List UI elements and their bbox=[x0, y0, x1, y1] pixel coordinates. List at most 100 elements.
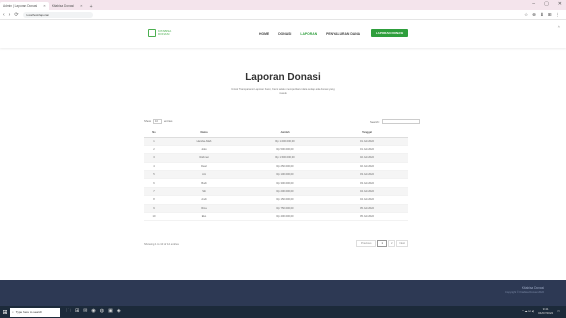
cell-no: 1 bbox=[144, 137, 164, 146]
footer-title: Kitabisa Donasi bbox=[521, 286, 544, 290]
cell-jumlah: Rp 250.000,00 bbox=[244, 162, 326, 172]
cell-tanggal: 05 Juli 2022 bbox=[326, 212, 408, 222]
cell-jumlah: Rp 400.000,00 bbox=[244, 212, 326, 222]
mail-icon[interactable]: ✉ bbox=[83, 308, 87, 316]
column-header-jumlah[interactable]: Jumlah bbox=[244, 128, 326, 138]
browser-tab-admin[interactable]: Admin | Laporan Donasi ✕ bbox=[0, 2, 49, 10]
maximize-icon[interactable]: ▢ bbox=[544, 1, 549, 7]
taskbar-search-input[interactable]: ⌕ Type here to search bbox=[10, 307, 60, 317]
laporan-donasi-button[interactable]: LAPORAN DONASI bbox=[371, 29, 408, 37]
cell-no: 3 bbox=[144, 153, 164, 163]
cell-nama: Andi bbox=[164, 195, 244, 205]
cell-jumlah: Rp 300.000,00 bbox=[244, 178, 326, 188]
cell-jumlah: Rp 750.000,00 bbox=[244, 204, 326, 214]
url-input[interactable]: localhost/laporan bbox=[22, 11, 93, 18]
address-bar: ‹ › ⟳ localhost/laporan ☆ ⊕ ⬇ ⊞ ⋮ bbox=[0, 10, 566, 20]
pagination: Previous 1 2 Next bbox=[356, 240, 408, 247]
scroll-up-icon[interactable]: ˄ bbox=[558, 24, 560, 29]
browser-icon[interactable]: ◍ bbox=[100, 308, 104, 316]
entries-length-control: Show 10 entries bbox=[144, 119, 172, 124]
os-taskbar: ⊞ ⌕ Type here to search 🗀 ⊞ ✉ ◉ ◍ ▣ ◈ ^ … bbox=[0, 306, 566, 318]
site-logo[interactable]: KITABISA DONASI bbox=[148, 29, 171, 37]
entries-select[interactable]: 10 bbox=[153, 119, 162, 124]
cell-nama: Eko bbox=[164, 212, 244, 222]
entries-label: entries bbox=[164, 119, 173, 124]
cell-no: 5 bbox=[144, 170, 164, 180]
minimize-icon[interactable]: – bbox=[532, 1, 535, 7]
logo-text: KITABISA DONASI bbox=[158, 29, 171, 36]
forward-icon[interactable]: › bbox=[9, 12, 11, 18]
system-tray: ^ ☁ ⊡ ◂) 9:41 04/07/2022 ▭ bbox=[522, 307, 560, 315]
cell-tanggal: 03 Juli 2022 bbox=[326, 178, 408, 188]
table-row: 7 Siti Rp 200.000,00 04 Juli 2022 bbox=[144, 187, 408, 197]
extension-icon[interactable]: ⊕ bbox=[532, 12, 536, 18]
cell-jumlah: Rp 200.000,00 bbox=[244, 187, 326, 197]
table-row: 1 Hamba Allah Rp 1.000.000,00 01 Juli 2022 bbox=[144, 137, 408, 146]
pagination-page-1[interactable]: 1 bbox=[377, 240, 387, 247]
logo-text-line-2: DONASI bbox=[158, 32, 170, 36]
browser-tab-kitabisa[interactable]: Kitabisa Donasi ✕ bbox=[49, 2, 86, 10]
pagination-page-2[interactable]: 2 bbox=[387, 240, 396, 247]
task-view-icon[interactable]: ⊞ bbox=[75, 308, 79, 316]
main-nav: HOME DONASI LAPORAN PENYALURAN DANA bbox=[259, 32, 360, 36]
cell-tanggal: 01 Juli 2022 bbox=[326, 137, 408, 146]
notification-icon[interactable]: ▭ bbox=[557, 309, 560, 313]
column-header-no[interactable]: No bbox=[144, 128, 164, 138]
cell-jumlah: Rp 500.000,00 bbox=[244, 145, 326, 155]
search-input[interactable] bbox=[381, 119, 420, 124]
close-tab-icon[interactable]: ✕ bbox=[80, 4, 83, 8]
column-header-tanggal[interactable]: Tanggal bbox=[326, 128, 408, 138]
close-window-icon[interactable]: ✕ bbox=[558, 1, 562, 7]
system-clock[interactable]: 9:41 04/07/2022 bbox=[538, 307, 553, 315]
cell-tanggal: 02 Juli 2022 bbox=[326, 162, 408, 172]
file-explorer-icon[interactable]: 🗀 bbox=[66, 308, 71, 316]
logo-mark-icon bbox=[148, 29, 156, 37]
app-icon[interactable]: ▣ bbox=[108, 308, 113, 316]
pagination-previous[interactable]: Previous bbox=[356, 240, 377, 247]
cell-nama: Budi bbox=[164, 178, 244, 188]
cell-nama: Ani bbox=[164, 170, 244, 180]
cell-nama: Hamba Allah bbox=[164, 137, 244, 146]
nav-laporan[interactable]: LAPORAN bbox=[300, 32, 317, 36]
show-label: Show bbox=[144, 119, 151, 124]
table-row: 4 Dewi Rp 250.000,00 02 Juli 2022 bbox=[144, 162, 408, 172]
pagination-next[interactable]: Next bbox=[396, 240, 408, 247]
table-row: 6 Budi Rp 300.000,00 03 Juli 2022 bbox=[144, 178, 408, 188]
cell-nama: Rahmat bbox=[164, 153, 244, 163]
site-header: KITABISA DONASI HOME DONASI LAPORAN PENY… bbox=[0, 20, 566, 48]
site-footer: Kitabisa Donasi Copyright © Kitabisa Don… bbox=[0, 280, 566, 306]
reload-icon[interactable]: ⟳ bbox=[14, 12, 18, 18]
sidebar-icon[interactable]: ⊞ bbox=[548, 12, 552, 18]
cell-tanggal: 02 Juli 2022 bbox=[326, 153, 408, 163]
table-row: 2 Joko Rp 500.000,00 01 Juli 2022 bbox=[144, 145, 408, 155]
cell-jumlah: Rp 100.000,00 bbox=[244, 170, 326, 180]
back-icon[interactable]: ‹ bbox=[3, 12, 5, 18]
menu-icon[interactable]: ⋮ bbox=[556, 12, 561, 18]
cell-jumlah: Rp 1.500.000,00 bbox=[244, 153, 326, 163]
browser-tab-strip: Admin | Laporan Donasi ✕ Kitabisa Donasi… bbox=[0, 0, 566, 10]
nav-penyaluran-dana[interactable]: PENYALURAN DANA bbox=[326, 32, 360, 36]
chrome-icon[interactable]: ◉ bbox=[91, 308, 95, 316]
tab-label: Admin | Laporan Donasi bbox=[3, 4, 38, 8]
nav-donasi[interactable]: DONASI bbox=[278, 32, 291, 36]
page-subtitle: Untuk Transparansi Laporan Kami, Kami se… bbox=[231, 88, 335, 95]
bookmark-star-icon[interactable]: ☆ bbox=[524, 12, 528, 18]
taskbar-apps: 🗀 ⊞ ✉ ◉ ◍ ▣ ◈ bbox=[66, 308, 121, 316]
close-tab-icon[interactable]: ✕ bbox=[43, 4, 46, 8]
column-header-nama[interactable]: Nama bbox=[164, 128, 244, 138]
cell-nama: Joko bbox=[164, 145, 244, 155]
nav-home[interactable]: HOME bbox=[259, 32, 269, 36]
taskbar-search-placeholder: Type here to search bbox=[15, 310, 43, 314]
cell-no: 2 bbox=[144, 145, 164, 155]
tab-label: Kitabisa Donasi bbox=[51, 4, 74, 8]
page-title: Laporan Donasi bbox=[245, 72, 321, 83]
footer-copyright: Copyright © Kitabisa Donasi 2022 bbox=[505, 291, 544, 294]
cell-no: 9 bbox=[144, 204, 164, 214]
windows-start-icon[interactable]: ⊞ bbox=[0, 306, 10, 318]
download-icon[interactable]: ⬇ bbox=[540, 12, 544, 18]
tray-icons[interactable]: ^ ☁ ⊡ ◂) bbox=[522, 309, 534, 313]
search-label: Search: bbox=[370, 119, 380, 124]
table-info: Showing 1 to 10 of 12 entries bbox=[144, 243, 179, 246]
editor-icon[interactable]: ◈ bbox=[117, 308, 121, 316]
table-row: 3 Rahmat Rp 1.500.000,00 02 Juli 2022 bbox=[144, 153, 408, 163]
